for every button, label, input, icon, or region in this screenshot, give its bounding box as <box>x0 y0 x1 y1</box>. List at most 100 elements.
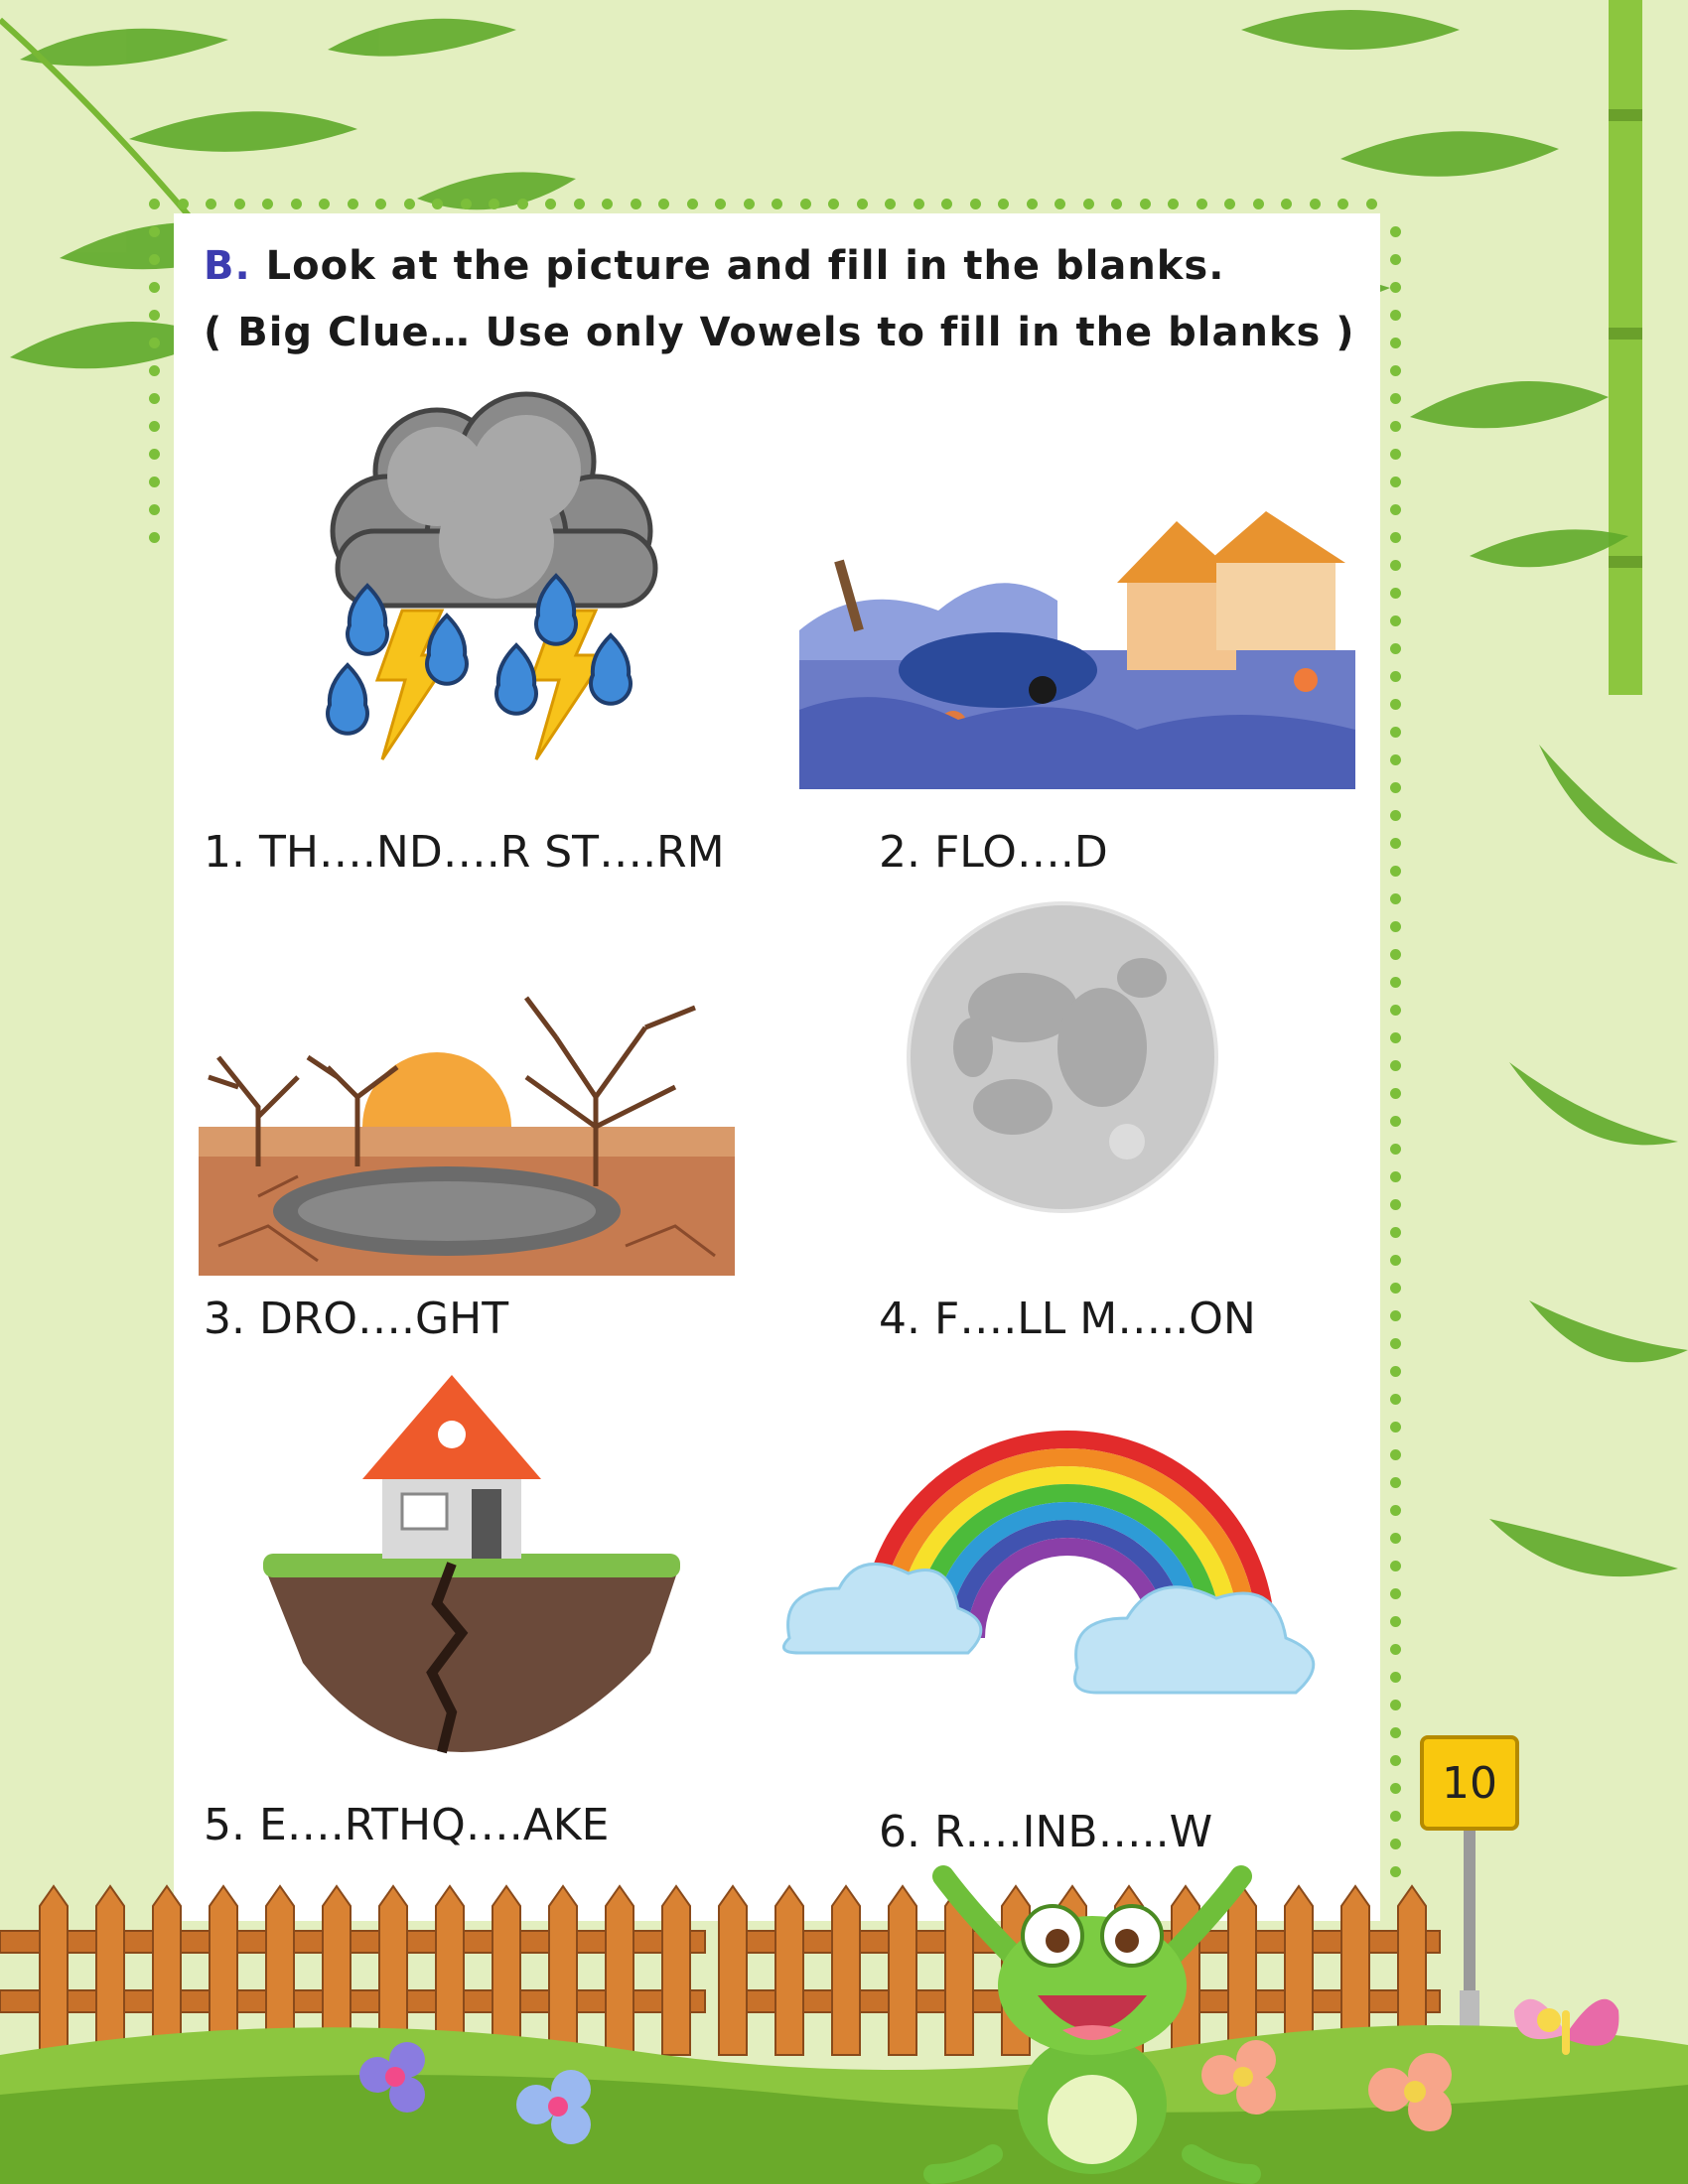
border-dot <box>1390 393 1401 404</box>
border-dot <box>828 199 839 209</box>
page-number-sign: 10 <box>1420 1735 1519 1831</box>
border-dot <box>1390 449 1401 460</box>
border-dot <box>347 199 358 209</box>
border-dot <box>1390 1310 1401 1321</box>
item-6-label: 6. R….INB…..W <box>879 1807 1213 1857</box>
border-dot <box>206 199 216 209</box>
section-marker: B. <box>204 243 251 289</box>
clue-text: ( Big Clue… Use only Vowels to fill in t… <box>204 310 1355 355</box>
item-3-label: 3. DRO….GHT <box>204 1294 509 1344</box>
rainbow-icon <box>781 1431 1316 1695</box>
border-dot <box>1390 282 1401 293</box>
border-dot <box>149 226 160 237</box>
border-dot <box>1390 1727 1401 1738</box>
border-dot <box>1390 643 1401 654</box>
border-dot <box>1390 226 1401 237</box>
border-dot <box>1390 699 1401 710</box>
border-dot <box>149 421 160 432</box>
border-dot <box>1390 1755 1401 1766</box>
border-dot <box>149 532 160 543</box>
border-dot <box>969 199 981 209</box>
border-dot <box>1390 1255 1401 1266</box>
border-dot <box>1390 1783 1401 1794</box>
border-dot <box>1390 1394 1401 1405</box>
drought-icon <box>199 996 735 1276</box>
border-dot <box>1390 1561 1401 1571</box>
border-dot <box>1390 310 1401 321</box>
border-dot <box>149 449 160 460</box>
instruction-text: Look at the picture and fill in the blan… <box>265 243 1225 289</box>
border-dot <box>1252 199 1264 209</box>
border-dot <box>1390 838 1401 849</box>
border-dot <box>1390 532 1401 543</box>
border-dot <box>1390 1060 1401 1071</box>
butterfly-icon <box>1514 1998 1619 2055</box>
border-dot <box>630 199 641 209</box>
border-dot <box>545 199 556 209</box>
border-dot <box>1390 1422 1401 1433</box>
item-5-label: 5. E….RTHQ….AKE <box>204 1800 610 1850</box>
border-dot <box>149 199 160 209</box>
border-dot <box>998 199 1009 209</box>
border-dot <box>149 365 160 376</box>
border-dot <box>941 199 952 209</box>
instruction-line: B. Look at the picture and fill in the b… <box>204 243 1224 289</box>
worksheet-page: B. Look at the picture and fill in the b… <box>0 0 1688 2184</box>
border-dot <box>1390 338 1401 348</box>
border-dot <box>1390 1839 1401 1849</box>
full-moon-icon <box>907 901 1218 1213</box>
border-dot <box>149 254 160 265</box>
border-dot <box>1390 810 1401 821</box>
border-dot <box>1390 949 1401 960</box>
border-dot <box>319 199 330 209</box>
border-dot <box>1390 560 1401 571</box>
border-dot <box>1390 365 1401 376</box>
border-dot <box>1390 588 1401 599</box>
border-dot <box>743 199 755 209</box>
border-dot <box>1026 199 1038 209</box>
border-dot <box>1390 1477 1401 1488</box>
item-1-label: 1. TH….ND….R ST….RM <box>204 827 725 878</box>
border-dot <box>686 199 698 209</box>
border-dot <box>1390 977 1401 988</box>
border-dot <box>1281 199 1292 209</box>
bamboo-leaves-right-icon <box>1489 745 1688 1577</box>
border-dot <box>1309 199 1321 209</box>
border-dot <box>149 282 160 293</box>
border-dot <box>1390 1866 1401 1877</box>
border-dot <box>1390 1644 1401 1655</box>
item-2-label: 2. FLO….D <box>879 827 1108 878</box>
border-dot <box>233 199 245 209</box>
border-dot <box>1082 199 1094 209</box>
border-dot <box>1224 199 1235 209</box>
border-dot <box>1390 1366 1401 1377</box>
item-4-label: 4. F….LL M…..ON <box>879 1294 1256 1344</box>
border-dot <box>460 199 472 209</box>
border-dot <box>799 199 811 209</box>
border-dot <box>1390 1338 1401 1349</box>
border-dot <box>1390 615 1401 626</box>
border-dot <box>1390 1199 1401 1210</box>
border-dot <box>1390 1283 1401 1294</box>
border-dot <box>1390 1533 1401 1544</box>
border-dot <box>403 199 415 209</box>
border-dot <box>1390 421 1401 432</box>
border-dot <box>1390 1700 1401 1710</box>
border-dot <box>772 199 782 209</box>
border-dot <box>1337 199 1348 209</box>
border-dot <box>1390 254 1401 265</box>
border-dot <box>1390 921 1401 932</box>
border-dot <box>1390 1505 1401 1516</box>
flood-icon <box>799 511 1355 789</box>
earthquake-icon <box>263 1375 680 1754</box>
border-dot <box>375 199 386 209</box>
border-dot <box>149 504 160 515</box>
border-dot <box>1390 477 1401 487</box>
flowers-icon <box>359 2040 1452 2144</box>
border-dot <box>1168 199 1179 209</box>
border-dot <box>573 199 585 209</box>
border-dot <box>1390 1227 1401 1238</box>
border-dot <box>1111 199 1122 209</box>
border-dot <box>290 199 302 209</box>
border-dot <box>516 199 528 209</box>
